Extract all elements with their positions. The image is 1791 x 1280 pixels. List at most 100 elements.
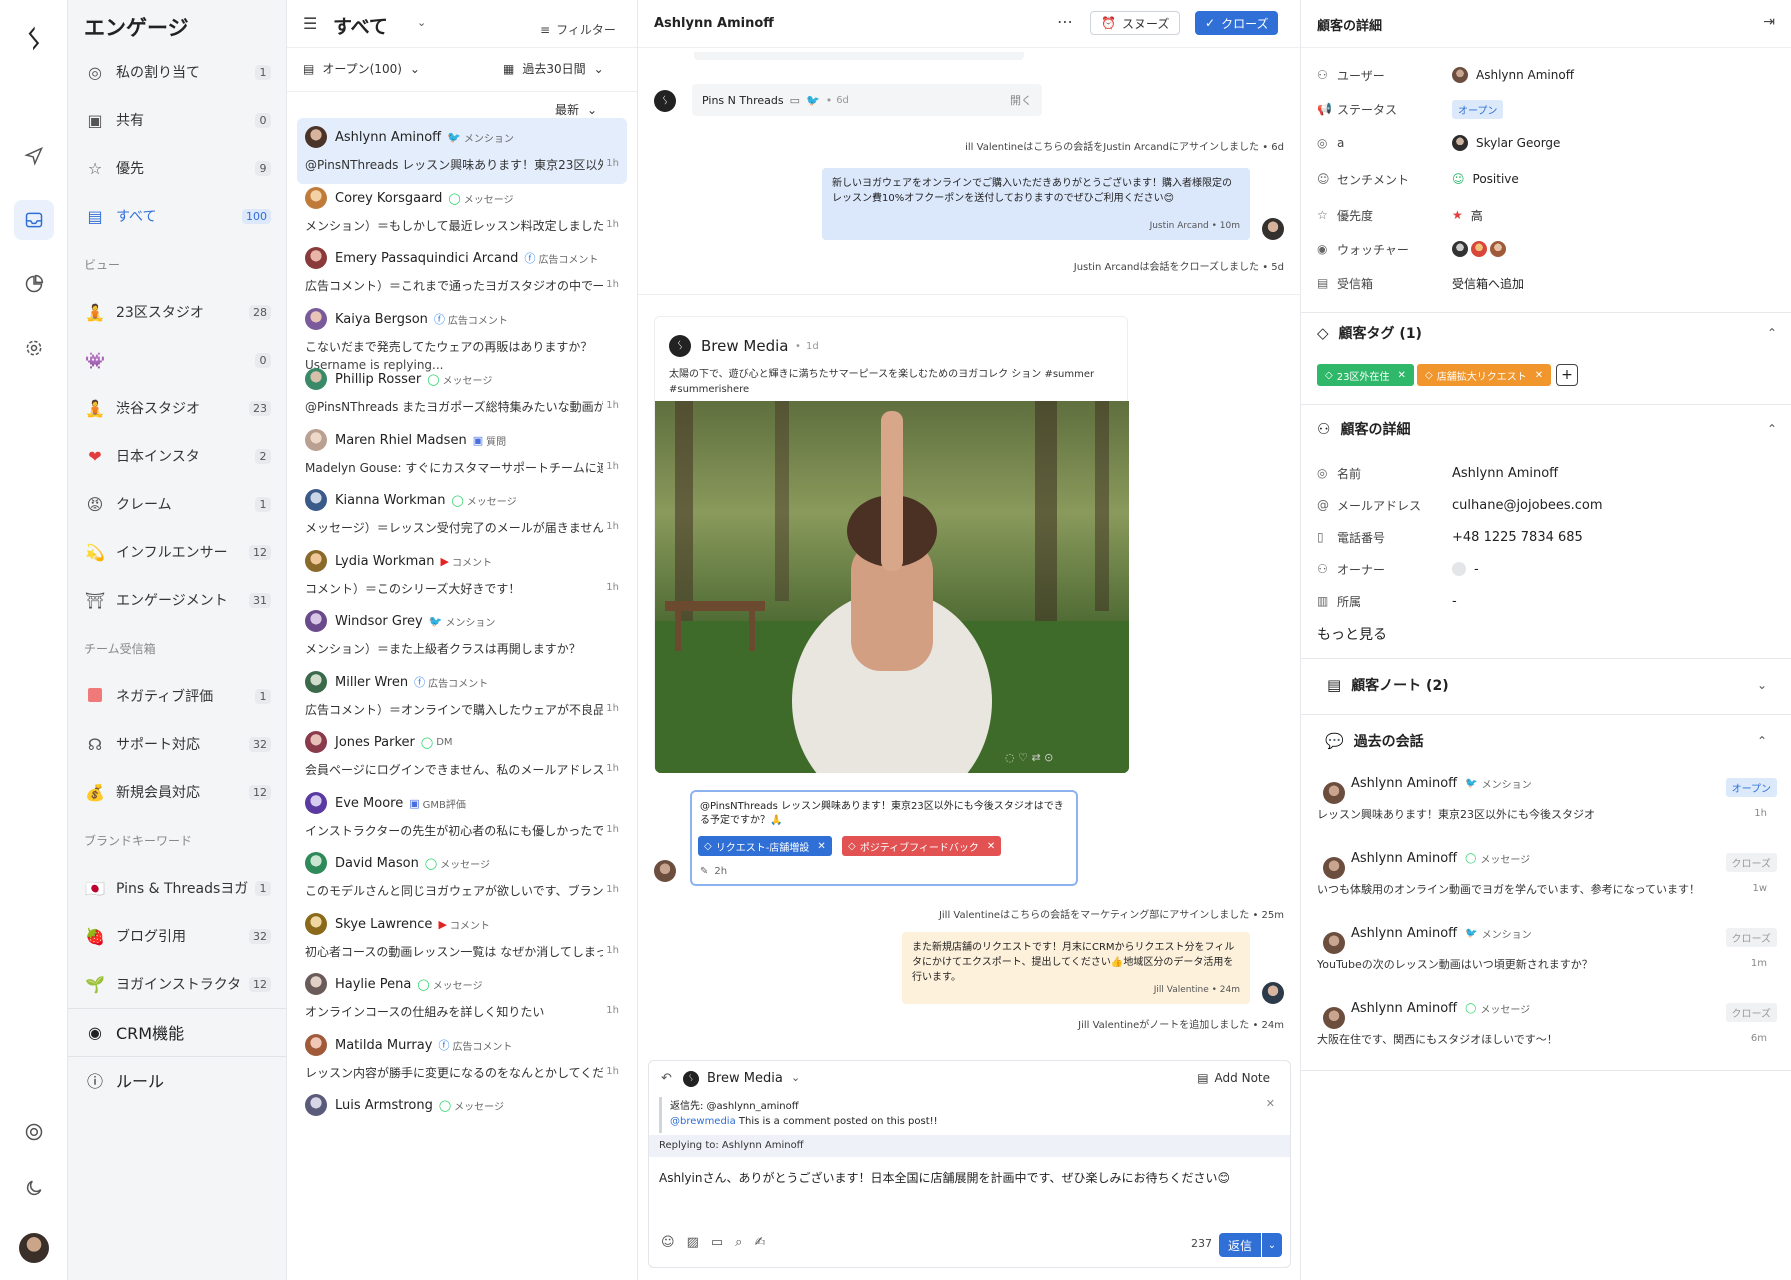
chevron-up-icon: ⌃ bbox=[1766, 326, 1777, 340]
conversation-item[interactable]: Ashlynn Aminoff 🐦 メンション @PinsNThreads レッスン興… bbox=[297, 118, 627, 184]
comment-tag-store-request[interactable]: ◇ リクエスト-店舗増設 ✕ bbox=[698, 836, 832, 856]
more-options-icon[interactable]: ⋯ bbox=[1057, 12, 1073, 31]
remove-tag-icon[interactable]: ✕ bbox=[817, 841, 825, 852]
conversation-item[interactable]: Matilda Murray ⓕ 広告コメント レッスン内容が勝手に変更になるのをなん… bbox=[297, 1026, 627, 1092]
inbox-icon[interactable] bbox=[14, 200, 54, 240]
settings-gear-icon[interactable] bbox=[14, 328, 54, 368]
conversation-item[interactable]: Haylie Pena ◯ メッセージ オンラインコースの仕組みを詳しく知りたい 1h bbox=[297, 965, 627, 1031]
sidebar-view-shibuya-studio[interactable]: 🧘 渋谷スタジオ 23 bbox=[76, 390, 279, 426]
send-options-chevron-icon[interactable]: ⌄ bbox=[1262, 1233, 1282, 1257]
sort-dropdown[interactable]: 最新 ⌄ bbox=[555, 101, 597, 118]
add-note-button[interactable]: ▤ Add Note bbox=[1197, 1071, 1270, 1085]
gif-icon[interactable]: ▭ bbox=[711, 1235, 723, 1250]
past-conversation-item[interactable]: Ashlynn Aminoff 🐦 メンション クローズ YouTubeの次のレッスン動… bbox=[1317, 920, 1777, 990]
reply-arrow-icon[interactable]: ↶ bbox=[661, 1071, 672, 1086]
collapse-menu-icon[interactable]: ☰ bbox=[303, 14, 317, 33]
sidebar-brand-yoga-instructor[interactable]: 🌱 ヨガインストラクタ 12 bbox=[76, 966, 279, 1002]
customer-tag-store-expansion[interactable]: ◇ 店舗拡大リクエスト ✕ bbox=[1417, 364, 1552, 386]
channel-label: GMB評価 bbox=[422, 799, 466, 811]
reply-textarea[interactable]: Ashlyinさん、ありがとうございます！日本全国に店舗展開を計画中です、ぜひ楽… bbox=[659, 1169, 1279, 1186]
conversation-item[interactable]: Eve Moore ▣ GMB評価 インストラクターの先生が初心者の私にも優しかったで… bbox=[297, 784, 627, 850]
customer-info-header[interactable]: ⚇ 顧客の詳細 ⌃ bbox=[1317, 414, 1777, 444]
sidebar-rules[interactable]: ⓘ ルール bbox=[76, 1060, 279, 1100]
sidebar-item-all[interactable]: ▤ すべて 100 bbox=[76, 198, 279, 234]
conversation-item[interactable]: David Mason ◯ メッセージ このモデルさんと同じヨガウェアが欲しいです、ブ… bbox=[297, 844, 627, 910]
past-conversation-item[interactable]: Ashlynn Aminoff ◯ メッセージ クローズ 大阪在住です、関西にもスタジオ… bbox=[1317, 995, 1777, 1065]
signature-icon[interactable]: ✍ bbox=[754, 1235, 765, 1250]
help-icon[interactable] bbox=[14, 1112, 54, 1152]
priority-star-icon: ★ bbox=[1452, 208, 1463, 222]
image-icon[interactable]: ▨ bbox=[687, 1235, 699, 1250]
collapse-panel-icon[interactable]: ⇥ bbox=[1763, 14, 1775, 30]
remove-tag-icon[interactable]: ✕ bbox=[1535, 370, 1543, 381]
sidebar-view-23ku-studio[interactable]: 🧘 23区スタジオ 28 bbox=[76, 294, 279, 330]
chevron-down-icon[interactable]: ⌄ bbox=[791, 1071, 800, 1084]
sidebar-item-priority[interactable]: ☆ 優先 9 bbox=[76, 150, 279, 186]
status-badge[interactable]: オープン bbox=[1452, 99, 1504, 119]
sidebar-view-influencers[interactable]: 💫 インフルエンサー 12 bbox=[76, 534, 279, 570]
reply-account-selector[interactable]: Brew Media bbox=[707, 1071, 783, 1086]
conversation-item[interactable]: Lydia Workman ▶ コメント コメント）＝このシリーズ大好きです！ 1h bbox=[297, 542, 627, 608]
emoji-icon[interactable]: ☺ bbox=[661, 1235, 675, 1250]
conversation-item[interactable]: Luis Armstrong ◯ メッセージ bbox=[297, 1086, 627, 1152]
conversation-item[interactable]: Phillip Rosser ◯ メッセージ @PinsNThreads またヨガポー… bbox=[297, 360, 627, 426]
remove-tag-icon[interactable]: ✕ bbox=[1397, 370, 1405, 381]
filter-button[interactable]: ≡ フィルター bbox=[540, 21, 616, 38]
show-more-link[interactable]: もっと見る bbox=[1317, 624, 1387, 644]
close-context-icon[interactable]: ✕ bbox=[1266, 1097, 1275, 1110]
dark-mode-moon-icon[interactable] bbox=[14, 1168, 54, 1208]
past-conversation-item[interactable]: Ashlynn Aminoff ◯ メッセージ クローズ いつも体験用のオンライン動画で… bbox=[1317, 845, 1777, 915]
search-knowledge-icon[interactable]: ⌕ bbox=[735, 1235, 742, 1250]
analytics-icon[interactable] bbox=[14, 264, 54, 304]
sidebar-team-negative-review[interactable]: ネガティブ評価 1 bbox=[76, 678, 279, 714]
conversation-item[interactable]: Miller Wren ⓕ 広告コメント 広告コメント）＝オンラインで購入したウェアが… bbox=[297, 663, 627, 729]
views-section-title: ビュー bbox=[84, 258, 121, 272]
quoted-message[interactable]: Pins N Threads ▭ 🐦 • 6d 開く bbox=[692, 84, 1042, 116]
customer-notes-header[interactable]: ▤ 顧客ノート (2) ⌄ bbox=[1327, 670, 1767, 700]
close-conversation-button[interactable]: ✓ クローズ bbox=[1195, 11, 1279, 35]
sidebar-team-new-members[interactable]: 💰 新規会員対応 12 bbox=[76, 774, 279, 810]
sidebar-view-unnamed[interactable]: 👾 0 bbox=[76, 342, 279, 378]
tag-icon: ◇ bbox=[1325, 369, 1333, 381]
conversation-item[interactable]: Maren Rhiel Madsen ▣ 質問 Madelyn Gouse: すぐにカ… bbox=[297, 421, 627, 487]
add-tag-button[interactable]: + bbox=[1556, 364, 1578, 386]
date-filter-dropdown[interactable]: ▦ 過去30日間 ⌄ bbox=[503, 60, 604, 77]
contact-name: Emery Passaquindici Arcand bbox=[335, 250, 519, 266]
sidebar-brand-blog-quotes[interactable]: 🍓 ブログ引用 32 bbox=[76, 918, 279, 954]
conversation-item[interactable]: Emery Passaquindici Arcand ⓕ 広告コメント 広告コメント）… bbox=[297, 239, 627, 305]
app-logo-icon[interactable]: ᛊ bbox=[14, 20, 54, 60]
comment-tag-positive-feedback[interactable]: ◇ ポジティブフィードバック ✕ bbox=[842, 836, 1002, 856]
internal-note-bubble: また新規店舗のリクエストです！月末にCRMからリクエスト分をフィルタにかけてエク… bbox=[902, 932, 1250, 1004]
sidebar-view-complaints[interactable]: 😡 クレーム 1 bbox=[76, 486, 279, 522]
snooze-button[interactable]: ⏰ スヌーズ bbox=[1090, 11, 1181, 35]
title-chevron-down-icon[interactable]: ⌄ bbox=[417, 16, 426, 29]
message-time: 1h bbox=[606, 763, 619, 774]
status-filter-dropdown[interactable]: ▤ オープン(100) ⌄ bbox=[303, 60, 420, 77]
user-avatar[interactable] bbox=[14, 1228, 54, 1268]
conversation-item[interactable]: Corey Korsgaard ◯ メッセージ メンション）＝もしかして最近レッスン料… bbox=[297, 179, 627, 245]
sidebar-brand-pins-threads[interactable]: 🇯🇵 Pins & Threadsヨガ 1 bbox=[76, 870, 279, 906]
sidebar-view-japan-insta[interactable]: ❤ 日本インスタ 2 bbox=[76, 438, 279, 474]
open-link[interactable]: 開く bbox=[1010, 92, 1032, 108]
sidebar-team-support[interactable]: ☊ サポート対応 32 bbox=[76, 726, 279, 762]
sidebar-item-shared[interactable]: ▣ 共有 0 bbox=[76, 102, 279, 138]
post-image[interactable]: ◌ ♡ ⇄ ⊙ bbox=[655, 401, 1129, 773]
customer-tags-header[interactable]: ◇ 顧客タグ (1) ⌃ bbox=[1317, 318, 1777, 348]
sidebar-view-engagement[interactable]: ⛩ エンゲージメント 31 bbox=[76, 582, 279, 618]
conversation-item[interactable]: Windsor Grey 🐦 メンション メンション）＝また上級者クラスは再開しますか… bbox=[297, 602, 627, 668]
past-message-snippet: いつも体験用のオンライン動画でヨガを学んでいます、参考になっています！ bbox=[1317, 883, 1701, 896]
past-conversation-item[interactable]: Ashlynn Aminoff 🐦 メンション オープン レッスン興味あります！東京23… bbox=[1317, 770, 1777, 840]
account-avatar: ᛊ bbox=[683, 1071, 699, 1087]
send-reply-button[interactable]: 返信 bbox=[1219, 1233, 1261, 1257]
past-conversations-header[interactable]: 💬 過去の会話 ⌃ bbox=[1325, 726, 1767, 756]
sidebar-crm[interactable]: ◉ CRM機能 bbox=[76, 1012, 279, 1052]
customer-tag-outside-23ku[interactable]: ◇ 23区外在住 ✕ bbox=[1317, 364, 1414, 386]
watcher-avatars[interactable] bbox=[1452, 241, 1777, 257]
remove-tag-icon[interactable]: ✕ bbox=[987, 841, 995, 852]
send-icon[interactable] bbox=[14, 136, 54, 176]
conversation-item[interactable]: Skye Lawrence ▶ コメント 初心者コースの動画レッスン一覧は なぜか消し… bbox=[297, 905, 627, 971]
conversation-header: Ashlynn Aminoff ⋯ ⏰ スヌーズ ✓ クローズ bbox=[638, 0, 1301, 48]
conversation-item[interactable]: Jones Parker ◯ DM 会員ページにログインできません、私のメールアドレス… bbox=[297, 723, 627, 789]
sidebar-item-my-assignments[interactable]: ◎ 私の割り当て 1 bbox=[76, 54, 279, 90]
conversation-item[interactable]: Kianna Workman ◯ メッセージ メッセージ）＝レッスン受付完了のメールが… bbox=[297, 481, 627, 547]
